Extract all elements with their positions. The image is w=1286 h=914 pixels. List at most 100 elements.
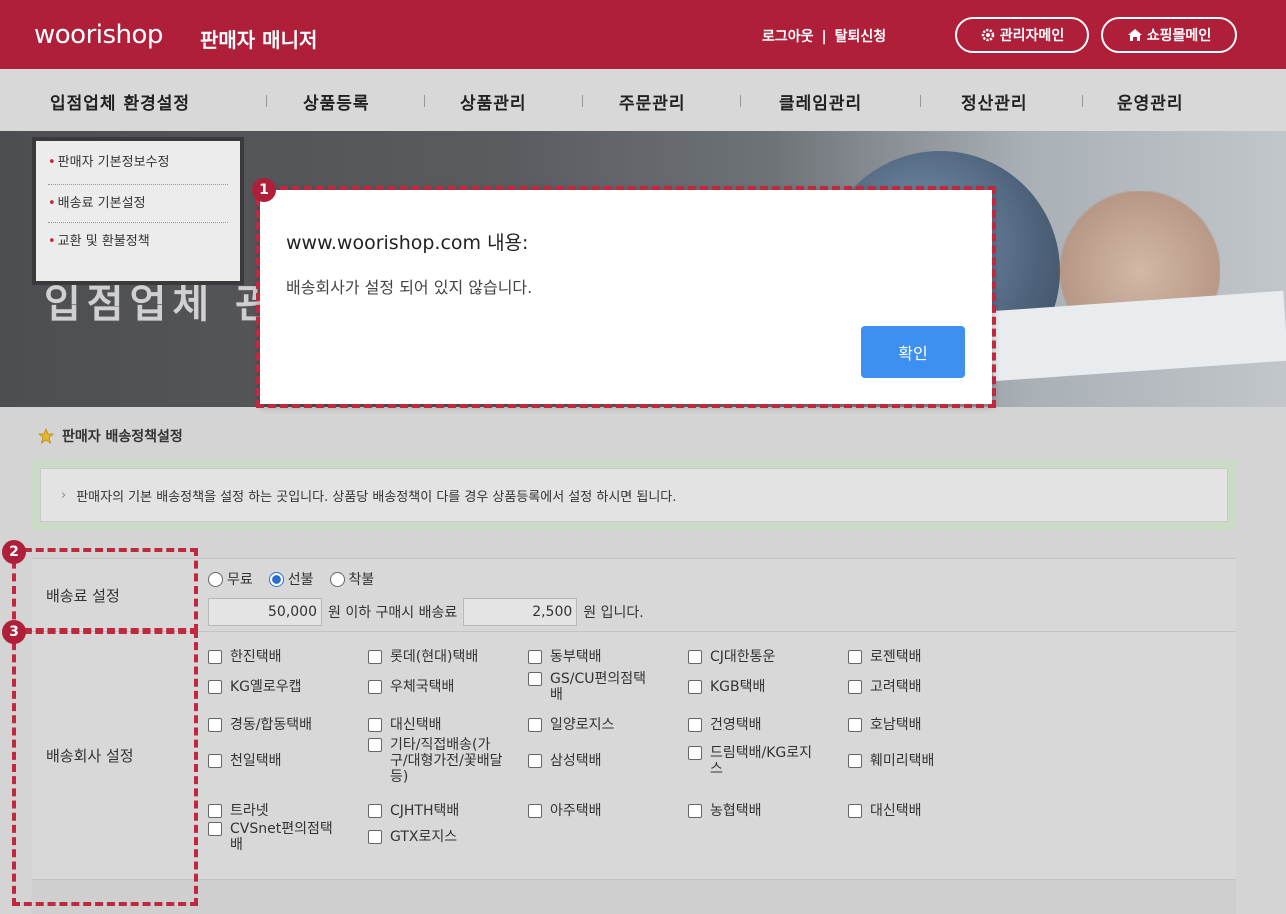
carrier-name: 농협택배: [710, 803, 762, 819]
carrier-checkbox[interactable]: [208, 650, 222, 664]
info-box: › 판매자의 기본 배송정책을 설정 하는 곳입니다. 상품당 배송정책이 다를…: [32, 460, 1236, 530]
carrier-checkbox-item[interactable]: 고려택배: [848, 679, 922, 695]
nav-claim-manage[interactable]: 클레임관리: [779, 89, 862, 114]
carrier-checkbox-item[interactable]: 농협택배: [688, 803, 762, 819]
carrier-checkbox-item[interactable]: 트라넷: [208, 803, 269, 819]
radio-free[interactable]: [208, 571, 223, 587]
carrier-checkbox-item[interactable]: 일양로지스: [528, 717, 614, 733]
gear-icon: [981, 28, 995, 42]
carrier-checkbox-item[interactable]: CJ대한통운: [688, 649, 775, 665]
carrier-checkbox[interactable]: [848, 680, 862, 694]
submenu-item-seller-info[interactable]: • 판매자 기본정보수정: [48, 155, 228, 185]
carrier-checkbox-item[interactable]: 우체국택배: [368, 679, 454, 695]
nav-vendor-settings[interactable]: 입점업체 환경설정: [50, 89, 190, 114]
carrier-checkbox[interactable]: [208, 754, 222, 768]
radio-prepaid[interactable]: [268, 571, 284, 587]
carrier-checkbox-item[interactable]: 로젠택배: [848, 649, 922, 665]
carrier-checkbox[interactable]: [368, 738, 382, 752]
carrier-checkbox[interactable]: [368, 718, 382, 732]
annotation-box-3: [12, 630, 198, 906]
carrier-checkbox-item[interactable]: 호남택배: [848, 717, 922, 733]
nav-separator: [1082, 95, 1083, 107]
carrier-name: 호남택배: [870, 717, 922, 733]
carrier-checkbox[interactable]: [688, 804, 702, 818]
top-header: woorishop 판매자 매니저 로그아웃 | 탈퇴신청 관리자메인 쇼핑몰메인: [0, 0, 1286, 69]
carrier-checkbox-item[interactable]: 경동/합동택배: [208, 717, 312, 733]
submenu-label: 배송료 기본설정: [57, 196, 146, 211]
logout-link[interactable]: 로그아웃: [762, 29, 814, 45]
carrier-checkbox[interactable]: [848, 804, 862, 818]
carrier-checkbox-item[interactable]: CVSnet편의점택 배: [208, 821, 333, 853]
carrier-checkbox[interactable]: [528, 754, 542, 768]
nav-order-manage[interactable]: 주문관리: [619, 89, 686, 114]
carrier-name: CJHTH택배: [390, 803, 460, 819]
shipping-fee-options: 무료 선불 착불: [208, 569, 386, 589]
carrier-checkbox-item[interactable]: CJHTH택배: [368, 803, 459, 819]
carrier-checkbox[interactable]: [688, 718, 702, 732]
carrier-name: KG옐로우캡: [230, 679, 302, 695]
carrier-checkbox[interactable]: [528, 650, 542, 664]
carrier-checkbox-item[interactable]: 드림택배/KG로지 스: [688, 745, 812, 777]
carrier-checkbox-item[interactable]: 천일택배: [208, 753, 282, 769]
carrier-checkbox-item[interactable]: KGB택배: [688, 679, 765, 695]
carrier-checkbox-item[interactable]: KG옐로우캡: [208, 679, 302, 695]
fee-text-end: 원 입니다.: [583, 605, 644, 621]
carrier-checkbox[interactable]: [848, 650, 862, 664]
woorishop-logo[interactable]: woorishop: [34, 20, 163, 50]
carrier-checkbox[interactable]: [848, 718, 862, 732]
carrier-checkbox[interactable]: [528, 804, 542, 818]
carrier-checkbox[interactable]: [368, 830, 382, 844]
carrier-checkbox-item[interactable]: 대신택배: [848, 803, 922, 819]
carrier-checkbox-item[interactable]: 한진택배: [208, 649, 282, 665]
fee-input[interactable]: 2,500: [463, 598, 578, 626]
carrier-name: KGB택배: [710, 679, 766, 695]
carrier-checkbox-item[interactable]: 동부택배: [528, 649, 602, 665]
seller-manager-title: 판매자 매니저: [200, 28, 318, 52]
nav-operation-manage[interactable]: 운영관리: [1117, 89, 1184, 114]
carrier-checkbox[interactable]: [368, 680, 382, 694]
carrier-checkbox[interactable]: [688, 680, 702, 694]
carrier-name: 트라넷: [230, 803, 269, 819]
carrier-checkbox[interactable]: [368, 804, 382, 818]
carrier-checkbox[interactable]: [208, 822, 222, 836]
carrier-checkbox-item[interactable]: 대신택배: [368, 717, 442, 733]
carrier-name: 삼성택배: [550, 753, 602, 769]
carrier-checkbox[interactable]: [528, 672, 542, 686]
main-nav: 입점업체 환경설정 상품등록 상품관리 주문관리 클레임관리 정산관리 운영관리: [0, 69, 1286, 131]
carrier-checkbox[interactable]: [688, 650, 702, 664]
carrier-checkbox-item[interactable]: 삼성택배: [528, 753, 602, 769]
submenu-item-refund-policy[interactable]: • 교환 및 환불정책: [48, 223, 228, 261]
radio-cod-label: 착불: [348, 572, 375, 588]
nav-product-manage[interactable]: 상품관리: [460, 89, 527, 114]
carrier-checkbox-item[interactable]: 기타/직접배송(가 구/대형가전/꽃배달 등): [368, 737, 502, 785]
link-separator: |: [821, 29, 827, 45]
submenu-item-shipping-fee[interactable]: • 배송료 기본설정: [48, 185, 228, 223]
radio-prepaid-label: 선불: [287, 572, 314, 588]
nav-product-register[interactable]: 상품등록: [303, 89, 370, 114]
bullet-icon: •: [48, 155, 56, 170]
annotation-badge-2: 2: [2, 540, 26, 564]
admin-main-button[interactable]: 관리자메인: [955, 17, 1089, 53]
carrier-checkbox[interactable]: [528, 718, 542, 732]
nav-separator: [424, 95, 425, 107]
carrier-checkbox-item[interactable]: 아주택배: [528, 803, 602, 819]
nav-settlement-manage[interactable]: 정산관리: [961, 89, 1028, 114]
radio-cod[interactable]: [329, 571, 345, 587]
threshold-input[interactable]: 50,000: [208, 598, 322, 626]
carrier-checkbox[interactable]: [368, 650, 382, 664]
shop-main-button[interactable]: 쇼핑몰메인: [1101, 17, 1237, 53]
carrier-name: CJ대한통운: [710, 649, 776, 665]
carrier-checkbox[interactable]: [208, 718, 222, 732]
withdraw-link[interactable]: 탈퇴신청: [835, 29, 887, 45]
carrier-checkbox[interactable]: [208, 804, 222, 818]
carrier-checkbox[interactable]: [848, 754, 862, 768]
carrier-checkbox-item[interactable]: 건영택배: [688, 717, 762, 733]
radio-free-label: 무료: [227, 572, 253, 588]
carrier-checkbox[interactable]: [208, 680, 222, 694]
carrier-checkbox-item[interactable]: 롯데(현대)택배: [368, 649, 478, 665]
carrier-checkbox-item[interactable]: GTX로지스: [368, 829, 457, 845]
carrier-checkbox-item[interactable]: 훼미리택배: [848, 753, 934, 769]
carrier-checkbox-item[interactable]: GS/CU편의점택 배: [528, 671, 646, 703]
carrier-checkbox[interactable]: [688, 746, 702, 760]
section-title-text: 판매자 배송정책설정: [62, 429, 183, 445]
